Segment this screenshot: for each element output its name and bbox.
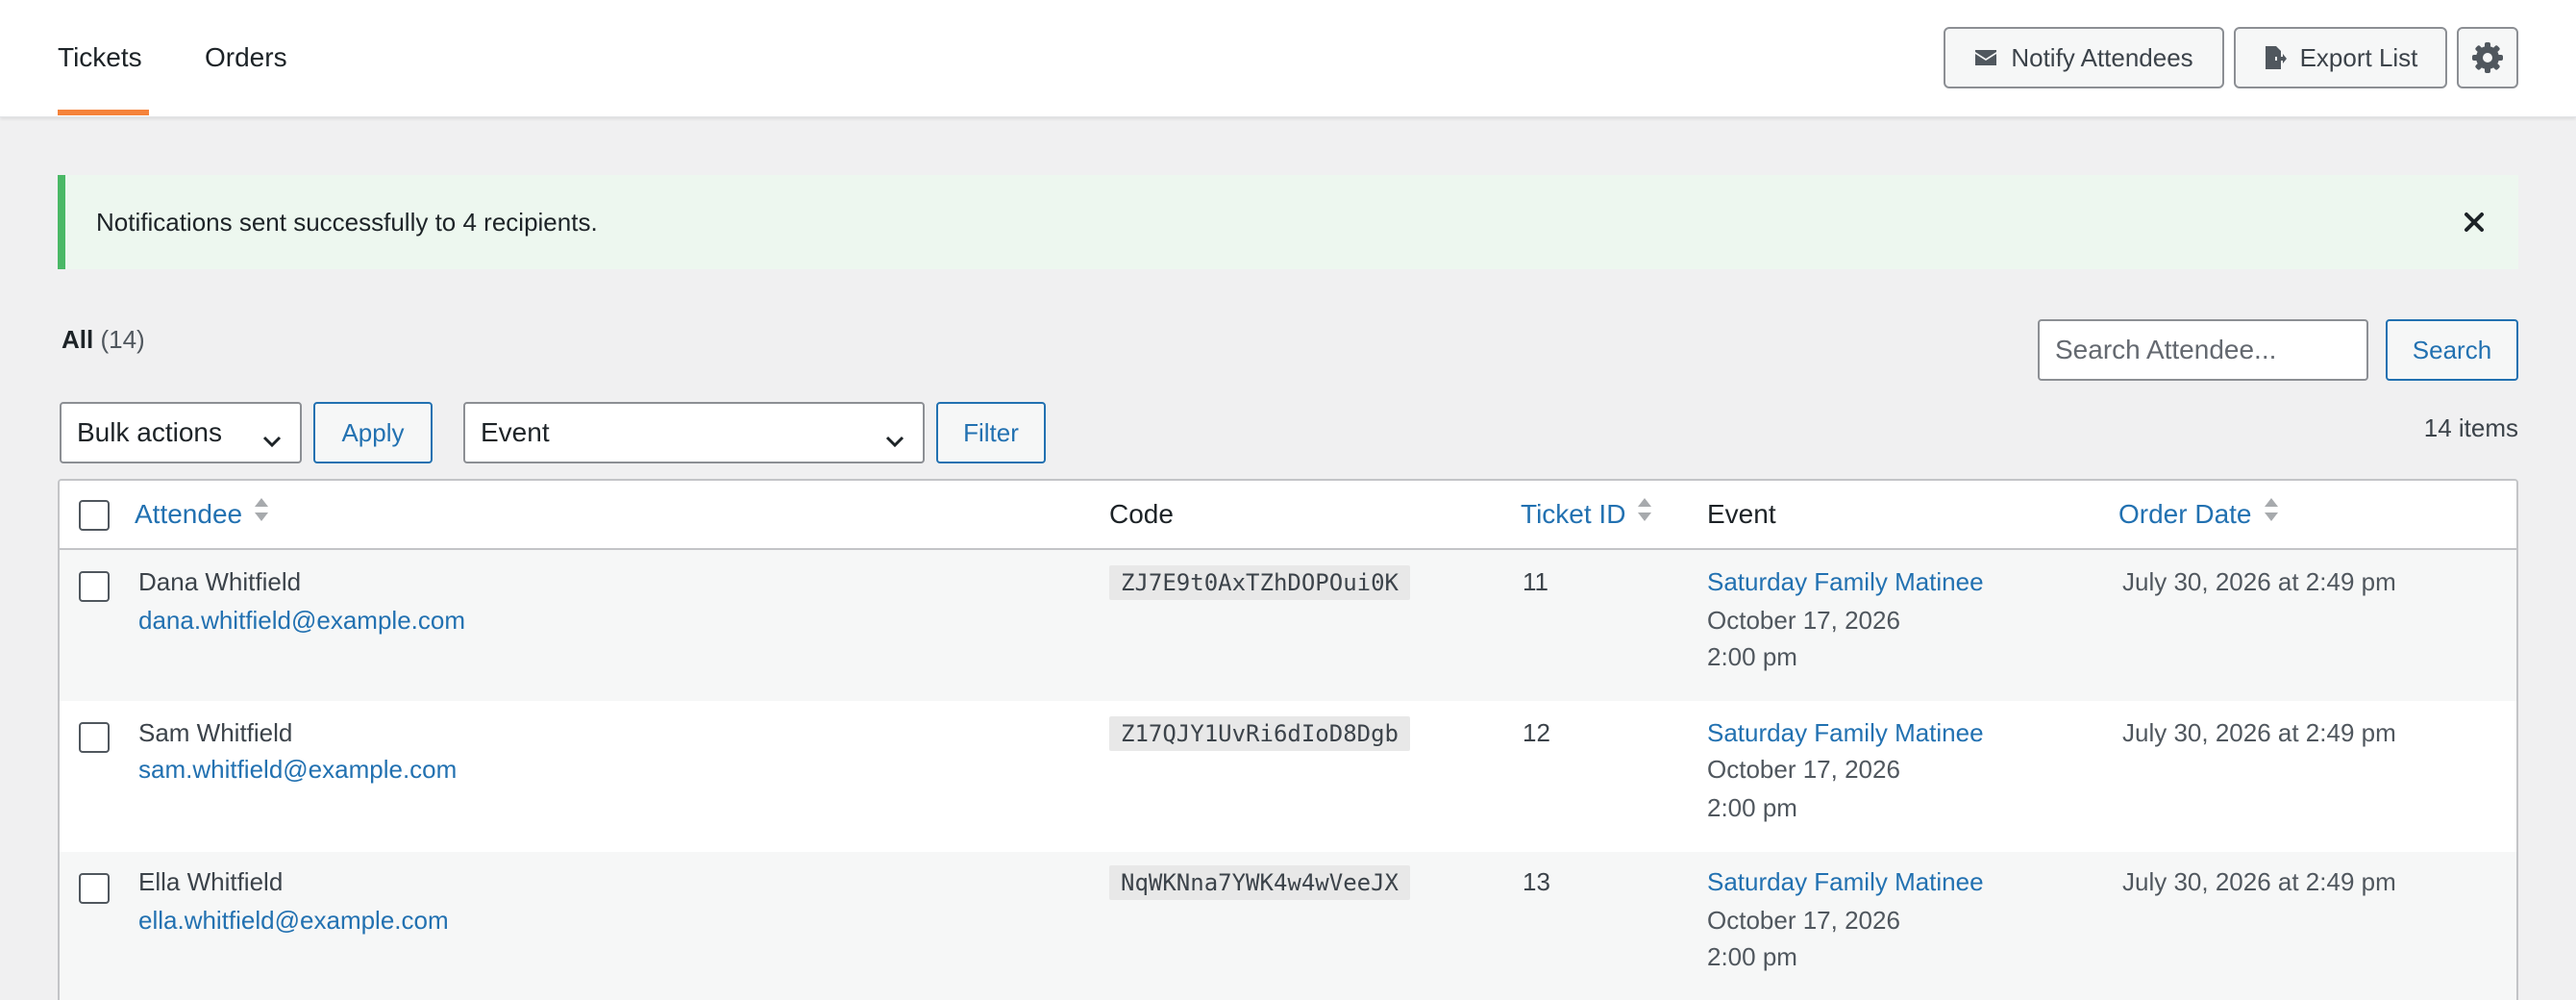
event-title-link[interactable]: Saturday Family Matinee xyxy=(1707,867,1984,897)
filter-button[interactable]: Filter xyxy=(936,402,1046,463)
event-filter-select[interactable]: Event xyxy=(463,402,925,463)
success-notice: Notifications sent successfully to 4 rec… xyxy=(58,175,2518,269)
top-header: Tickets Orders Notify Attendees Export L… xyxy=(0,0,2576,117)
attendee-email-link[interactable]: ella.whitfield@example.com xyxy=(138,906,449,936)
order-date: July 30, 2026 at 2:49 pm xyxy=(2122,718,2396,747)
event-date: October 17, 2026 xyxy=(1707,606,1900,635)
attendee-name: Sam Whitfield xyxy=(138,718,293,747)
sort-icon xyxy=(2264,481,2279,548)
settings-button[interactable] xyxy=(2457,27,2518,88)
ticket-code: ZJ7E9t0AxTZhDOPOui0K xyxy=(1109,565,1410,600)
event-date: October 17, 2026 xyxy=(1707,755,1900,784)
attendee-name: Dana Whitfield xyxy=(138,567,302,596)
table-row: Ella Whitfield ella.whitfield@example.co… xyxy=(60,852,2516,1000)
ticket-code: Z17QJY1UvRi6dIoD8Dgb xyxy=(1109,716,1410,751)
chevron-down-icon xyxy=(261,425,283,456)
event-title-link[interactable]: Saturday Family Matinee xyxy=(1707,567,1984,597)
notify-attendees-label: Notify Attendees xyxy=(2011,42,2193,72)
ticket-id: 13 xyxy=(1523,867,1550,896)
sort-icon xyxy=(1637,481,1652,548)
table-row: Sam Whitfield sam.whitfield@example.com … xyxy=(60,701,2516,852)
tab-orders[interactable]: Orders xyxy=(205,0,287,117)
event-time: 2:00 pm xyxy=(1707,793,1797,822)
column-header-attendee[interactable]: Attendee xyxy=(135,481,269,548)
bulk-actions-select[interactable]: Bulk actions xyxy=(60,402,302,463)
column-ticket-id-label: Ticket ID xyxy=(1521,499,1626,529)
order-date: July 30, 2026 at 2:49 pm xyxy=(2122,867,2396,896)
envelope-icon xyxy=(1974,48,1997,67)
column-order-date-label: Order Date xyxy=(2118,499,2252,529)
attendee-email-link[interactable]: sam.whitfield@example.com xyxy=(138,755,457,785)
ticket-code: NqWKNna7YWK4w4wVeeJX xyxy=(1109,865,1410,900)
column-code-label: Code xyxy=(1109,499,1174,529)
notify-attendees-button[interactable]: Notify Attendees xyxy=(1944,27,2224,88)
view-filter-all[interactable]: All (14) xyxy=(62,325,145,355)
items-count: 14 items xyxy=(2423,413,2518,442)
search-attendee-input[interactable] xyxy=(2038,319,2368,381)
bulk-actions-value: Bulk actions xyxy=(77,417,222,447)
notice-message: Notifications sent successfully to 4 rec… xyxy=(96,208,598,237)
order-date: July 30, 2026 at 2:49 pm xyxy=(2122,567,2396,596)
gear-icon xyxy=(2470,40,2505,75)
tab-tickets[interactable]: Tickets xyxy=(58,0,149,117)
apply-button[interactable]: Apply xyxy=(313,402,433,463)
column-attendee-label: Attendee xyxy=(135,499,243,529)
event-date: October 17, 2026 xyxy=(1707,906,1900,935)
search-button[interactable]: Search xyxy=(2386,319,2518,381)
ticket-id: 11 xyxy=(1523,567,1548,596)
row-checkbox[interactable] xyxy=(79,722,110,753)
attendee-name: Ella Whitfield xyxy=(138,867,284,896)
export-list-button[interactable]: Export List xyxy=(2234,27,2447,88)
event-title-link[interactable]: Saturday Family Matinee xyxy=(1707,718,1984,748)
close-icon[interactable] xyxy=(2459,207,2489,238)
ticket-id: 12 xyxy=(1523,718,1550,747)
row-checkbox[interactable] xyxy=(79,873,110,904)
attendee-email-link[interactable]: dana.whitfield@example.com xyxy=(138,606,465,636)
table-row: Dana Whitfield dana.whitfield@example.co… xyxy=(60,550,2516,701)
active-tab-indicator xyxy=(58,110,149,115)
event-time: 2:00 pm xyxy=(1707,642,1797,671)
column-header-event: Event xyxy=(1707,481,1776,548)
row-checkbox[interactable] xyxy=(79,571,110,602)
event-time: 2:00 pm xyxy=(1707,942,1797,971)
export-file-icon xyxy=(2264,45,2287,70)
column-header-order-date[interactable]: Order Date xyxy=(2118,481,2279,548)
column-event-label: Event xyxy=(1707,499,1776,529)
event-filter-value: Event xyxy=(481,417,550,447)
table-header: Attendee Code Ticket ID Event Order Date xyxy=(60,481,2516,550)
select-all-checkbox[interactable] xyxy=(79,500,110,531)
view-all-count: (14) xyxy=(100,325,145,354)
column-header-code: Code xyxy=(1109,481,1174,548)
column-header-ticket-id[interactable]: Ticket ID xyxy=(1521,481,1652,548)
view-all-label: All xyxy=(62,325,94,354)
sort-icon xyxy=(254,481,269,548)
export-list-label: Export List xyxy=(2299,42,2418,72)
attendees-table: Attendee Code Ticket ID Event Order Date xyxy=(58,479,2518,1000)
chevron-down-icon xyxy=(884,425,905,456)
